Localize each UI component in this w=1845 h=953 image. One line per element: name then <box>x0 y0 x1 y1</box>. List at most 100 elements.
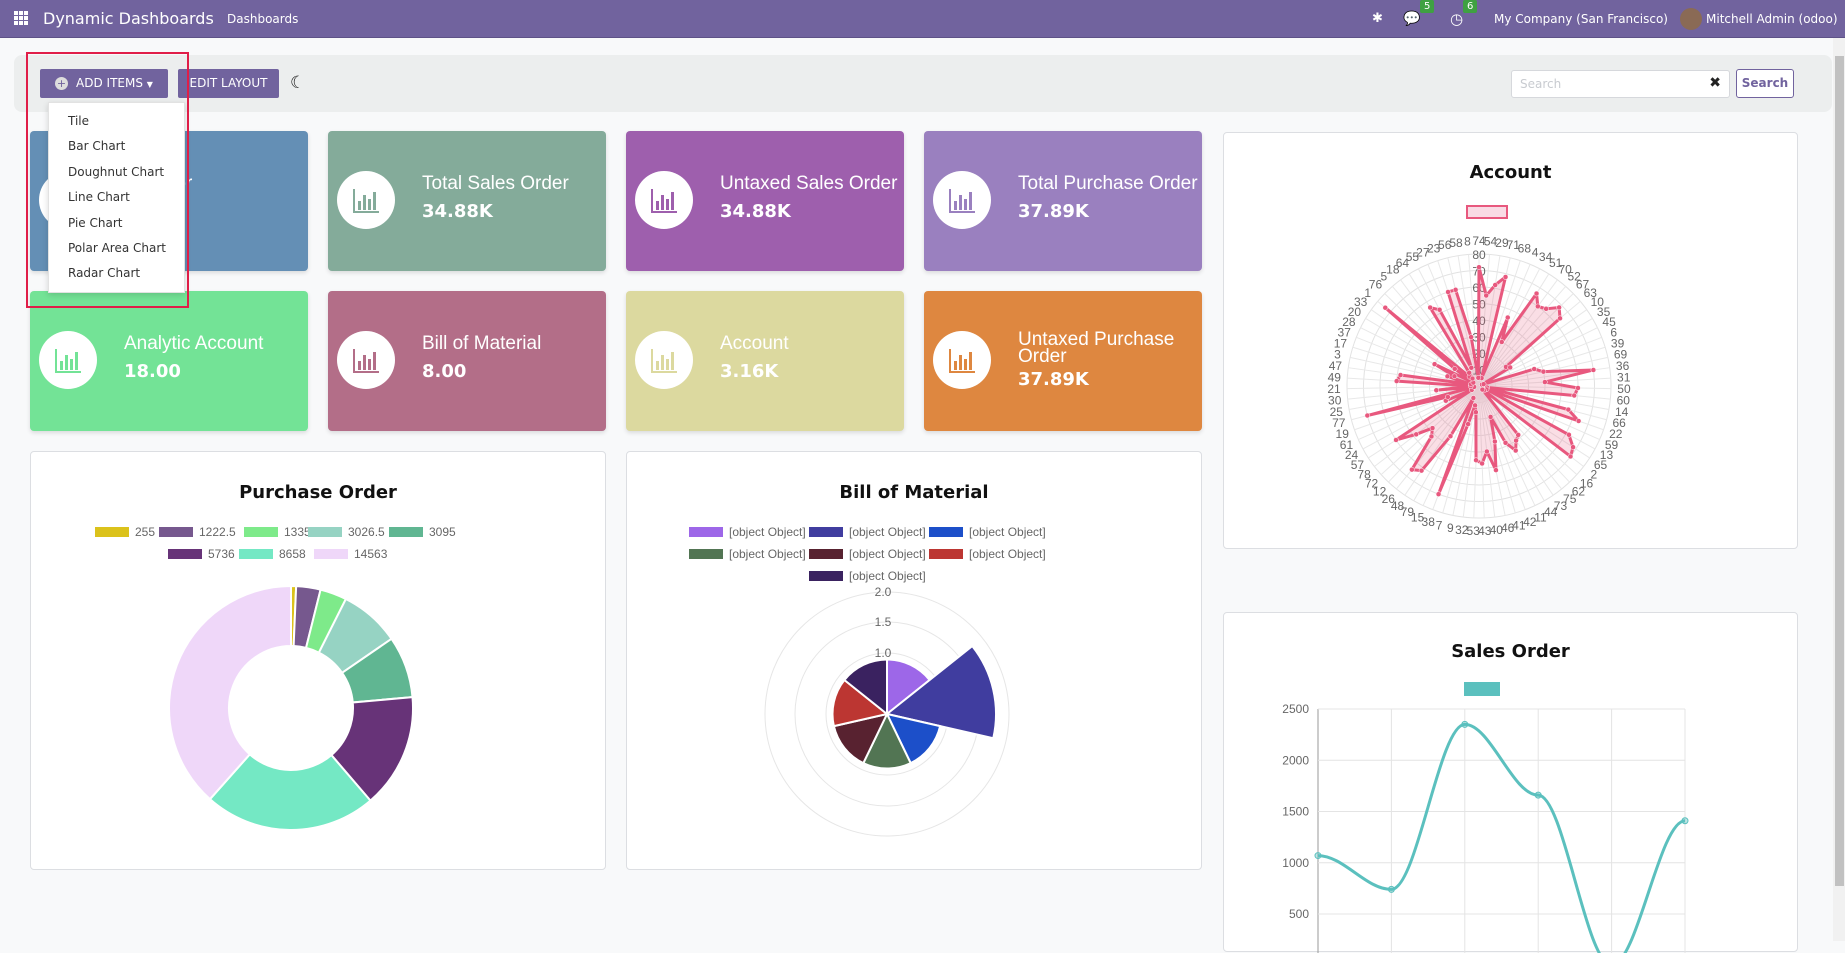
data-point <box>1531 366 1537 372</box>
data-point <box>1505 314 1511 321</box>
data-point <box>1472 402 1478 409</box>
data-point <box>1479 386 1486 393</box>
search-button[interactable]: Search <box>1736 69 1794 98</box>
data-point <box>1567 453 1574 460</box>
app-name[interactable]: Dynamic Dashboards <box>43 0 214 38</box>
point-label: 8 <box>1464 234 1471 248</box>
data-point <box>1484 448 1490 455</box>
clock-icon[interactable]: ◷ <box>1450 0 1463 38</box>
tile-value: 37.89K <box>1018 369 1089 390</box>
sales-order-card: Sales Order 500 1000 1500 2000 2500 <box>1223 612 1798 953</box>
data-point <box>1468 334 1474 340</box>
dropdown-item-line-chart[interactable]: Line Chart <box>68 190 130 204</box>
y-tick-label: 500 <box>1289 907 1309 921</box>
dropdown-item-tile[interactable]: Tile <box>68 114 89 128</box>
apps-menu-icon[interactable] <box>14 11 28 25</box>
avatar[interactable] <box>1680 8 1702 30</box>
legend-swatch <box>244 527 278 537</box>
tile-value: 37.89K <box>1018 201 1089 222</box>
bill-of-material-card: Bill of Material [object Object] [object … <box>626 451 1202 870</box>
tile-8[interactable]: Untaxed Purchase Order 37.89K <box>924 291 1202 431</box>
bar-chart-icon <box>651 189 677 213</box>
point-label: 32 <box>1455 523 1469 537</box>
legend-swatch <box>308 527 342 537</box>
polar-area-chart: [object Object] [object Object] [object Ob… <box>689 525 1046 837</box>
data-point <box>1681 817 1689 825</box>
bar-chart-icon <box>949 189 975 213</box>
data-point <box>1543 306 1549 312</box>
tile-3[interactable]: Untaxed Sales Order 34.88K <box>626 131 904 271</box>
chat-icon[interactable]: 💬 <box>1403 0 1420 38</box>
data-point <box>1427 304 1433 311</box>
data-point <box>1469 375 1476 382</box>
legend-label: [object Object] <box>969 547 1046 561</box>
data-point <box>1413 431 1419 438</box>
data-point <box>1418 467 1425 474</box>
legend-label: 3026.5 <box>348 525 385 539</box>
tile-value: 8.00 <box>422 361 467 382</box>
data-point <box>1502 274 1509 280</box>
data-point <box>1314 852 1322 860</box>
data-point <box>1493 467 1499 473</box>
tile-7[interactable]: Account 3.16K <box>626 291 904 431</box>
tick-label: 1.0 <box>875 646 892 660</box>
tile-6[interactable]: Bill of Material 8.00 <box>328 291 606 431</box>
dropdown-item-doughnut-chart[interactable]: Doughnut Chart <box>68 165 164 179</box>
tile-4[interactable]: Total Purchase Order 37.89K <box>924 131 1202 271</box>
legend-label: 1222.5 <box>199 525 236 539</box>
legend-label: [object Object] <box>849 525 926 539</box>
legend-swatch <box>809 527 843 537</box>
user-menu[interactable]: Mitchell Admin (odoo) <box>1706 0 1838 38</box>
tile-icon-circle <box>933 331 991 389</box>
data-point <box>1476 264 1482 270</box>
legend-swatch <box>159 527 193 537</box>
data-point <box>1571 392 1577 399</box>
legend-swatch <box>809 571 843 581</box>
data-point <box>1575 418 1582 424</box>
legend-swatch <box>689 527 723 537</box>
tile-title: Account <box>720 333 789 354</box>
data-point <box>1428 433 1435 440</box>
search-input[interactable] <box>1520 71 1700 97</box>
tile-value: 18.00 <box>124 361 181 382</box>
legend-label: 14563 <box>354 547 388 561</box>
data-point <box>1575 385 1581 391</box>
menu-dashboards[interactable]: Dashboards <box>227 0 298 38</box>
tile-5[interactable]: Analytic Account 18.00 <box>30 291 308 431</box>
caret-down-icon: ▼ <box>146 80 153 89</box>
bar-chart-icon <box>353 189 379 213</box>
clear-icon[interactable]: ✖ <box>1709 75 1721 91</box>
scrollbar[interactable] <box>1833 38 1845 941</box>
dropdown-item-bar-chart[interactable]: Bar Chart <box>68 139 125 153</box>
tick-label: 1.5 <box>875 615 892 629</box>
legend-swatch <box>168 549 202 559</box>
data-point <box>1393 437 1399 443</box>
tile-icon-circle <box>635 331 693 389</box>
data-point <box>1502 440 1509 446</box>
tile-icon-circle <box>337 331 395 389</box>
data-point <box>1533 290 1540 297</box>
edit-layout-button[interactable]: EDIT LAYOUT <box>178 69 279 98</box>
tile-2[interactable]: Total Sales Order 34.88K <box>328 131 606 271</box>
data-point <box>1473 457 1479 463</box>
data-point <box>1452 287 1459 293</box>
data-point <box>1466 369 1472 376</box>
dropdown-item-pie-chart[interactable]: Pie Chart <box>68 216 122 230</box>
data-point <box>1465 421 1471 427</box>
data-point <box>1445 394 1451 400</box>
legend-swatch <box>239 549 273 559</box>
add-items-button[interactable]: + ADD ITEMS ▼ <box>40 69 168 98</box>
tile-icon-circle <box>337 171 395 229</box>
tile-title: Total Purchase Order <box>1018 173 1198 194</box>
dark-mode-moon-icon[interactable]: ☾ <box>290 73 305 93</box>
legend-swatch <box>1466 205 1508 219</box>
scrollbar-thumb[interactable] <box>1835 56 1844 886</box>
account-radar-card: Account 74 54 29 71 68 4 34 51 70 52 67 63 10 35 45 6 39… <box>1223 132 1798 549</box>
dropdown-item-radar-chart[interactable]: Radar Chart <box>68 266 140 280</box>
data-point <box>1513 437 1519 444</box>
bug-icon[interactable]: ✱ <box>1372 0 1383 38</box>
legend-swatch <box>389 527 423 537</box>
tile-title: Total Sales Order <box>422 173 569 194</box>
dropdown-item-polar-area-chart[interactable]: Polar Area Chart <box>68 241 166 255</box>
company-switcher[interactable]: My Company (San Francisco) <box>1494 0 1668 38</box>
